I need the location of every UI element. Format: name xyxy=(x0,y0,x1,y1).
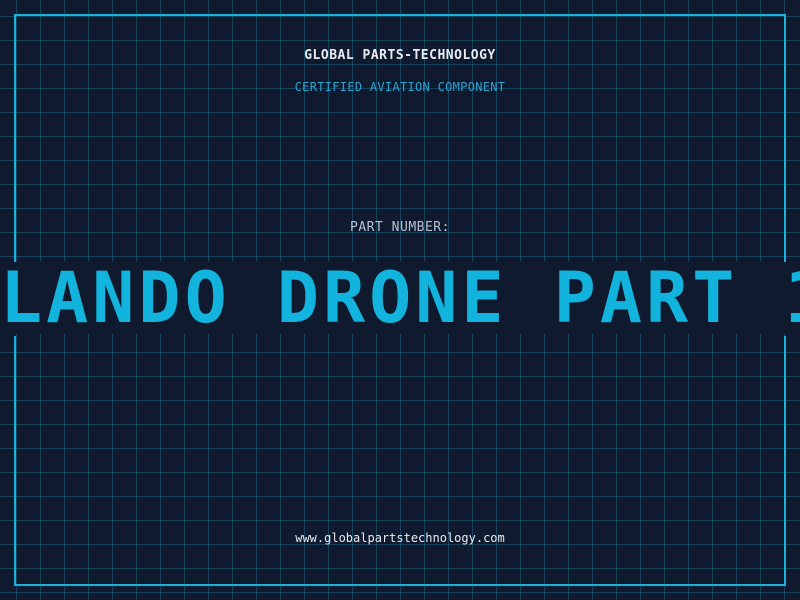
company-name: GLOBAL PARTS-TECHNOLOGY xyxy=(304,48,496,63)
part-number-label: PART NUMBER: xyxy=(350,220,450,235)
frame-top-border xyxy=(14,14,786,16)
part-number-band: LANDO DRONE PART 1 xyxy=(0,262,800,334)
frame-right-border-lower xyxy=(784,336,786,586)
tagline: CERTIFIED AVIATION COMPONENT xyxy=(294,80,506,94)
certificate-card: GLOBAL PARTS-TECHNOLOGY CERTIFIED AVIATI… xyxy=(0,0,800,600)
frame-left-border-lower xyxy=(14,336,16,586)
part-number-value: LANDO DRONE PART 1 xyxy=(0,262,800,334)
website-link[interactable]: www.globalpartstechnology.com xyxy=(0,531,800,545)
frame-bottom-border xyxy=(14,584,786,586)
